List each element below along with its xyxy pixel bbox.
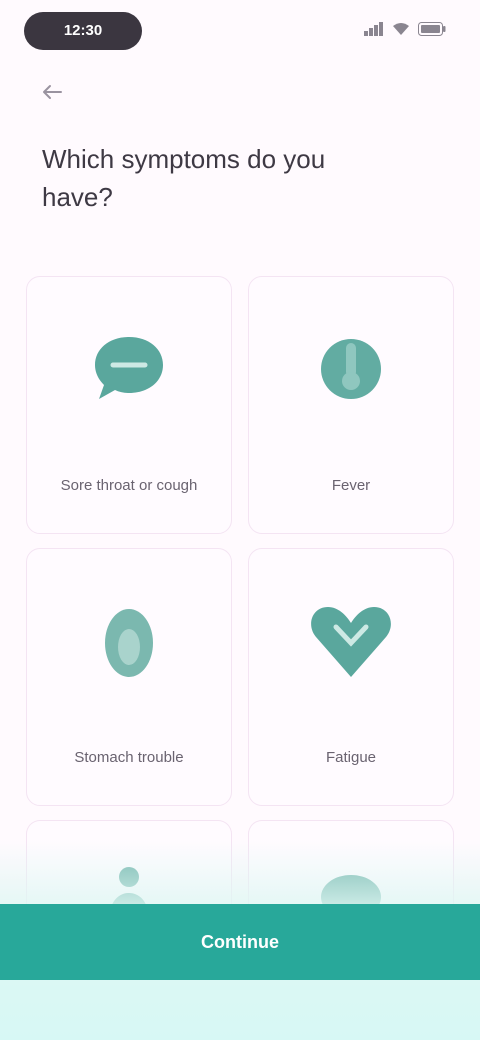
status-time: 12:30 [24, 12, 142, 50]
option-card-sore-throat[interactable]: Sore throat or cough [26, 276, 232, 534]
battery-icon [418, 22, 446, 36]
option-card-fatigue[interactable]: Fatigue [248, 548, 454, 806]
signal-icon [364, 22, 384, 36]
page-title: Which symptoms do you have? [42, 144, 326, 212]
status-icons [364, 22, 446, 36]
chat-bubble-icon [83, 323, 175, 415]
arrow-left-icon [42, 84, 62, 105]
egg-icon [83, 595, 175, 687]
option-label: Sore throat or cough [60, 477, 198, 494]
option-label: Fever [331, 477, 371, 494]
option-card-stomach[interactable]: Stomach trouble [26, 548, 232, 806]
back-button[interactable] [32, 76, 72, 112]
option-label: Stomach trouble [74, 749, 184, 766]
option-card-fever[interactable]: Fever [248, 276, 454, 534]
option-label: Fatigue [325, 749, 377, 766]
heart-icon [305, 595, 397, 687]
screen: 12:30 Which symptoms do you have? Sore t… [0, 0, 480, 1040]
wifi-icon [391, 22, 411, 36]
continue-button[interactable]: Continue [0, 904, 480, 980]
thermometer-icon [305, 323, 397, 415]
status-bar: 12:30 [0, 0, 480, 62]
